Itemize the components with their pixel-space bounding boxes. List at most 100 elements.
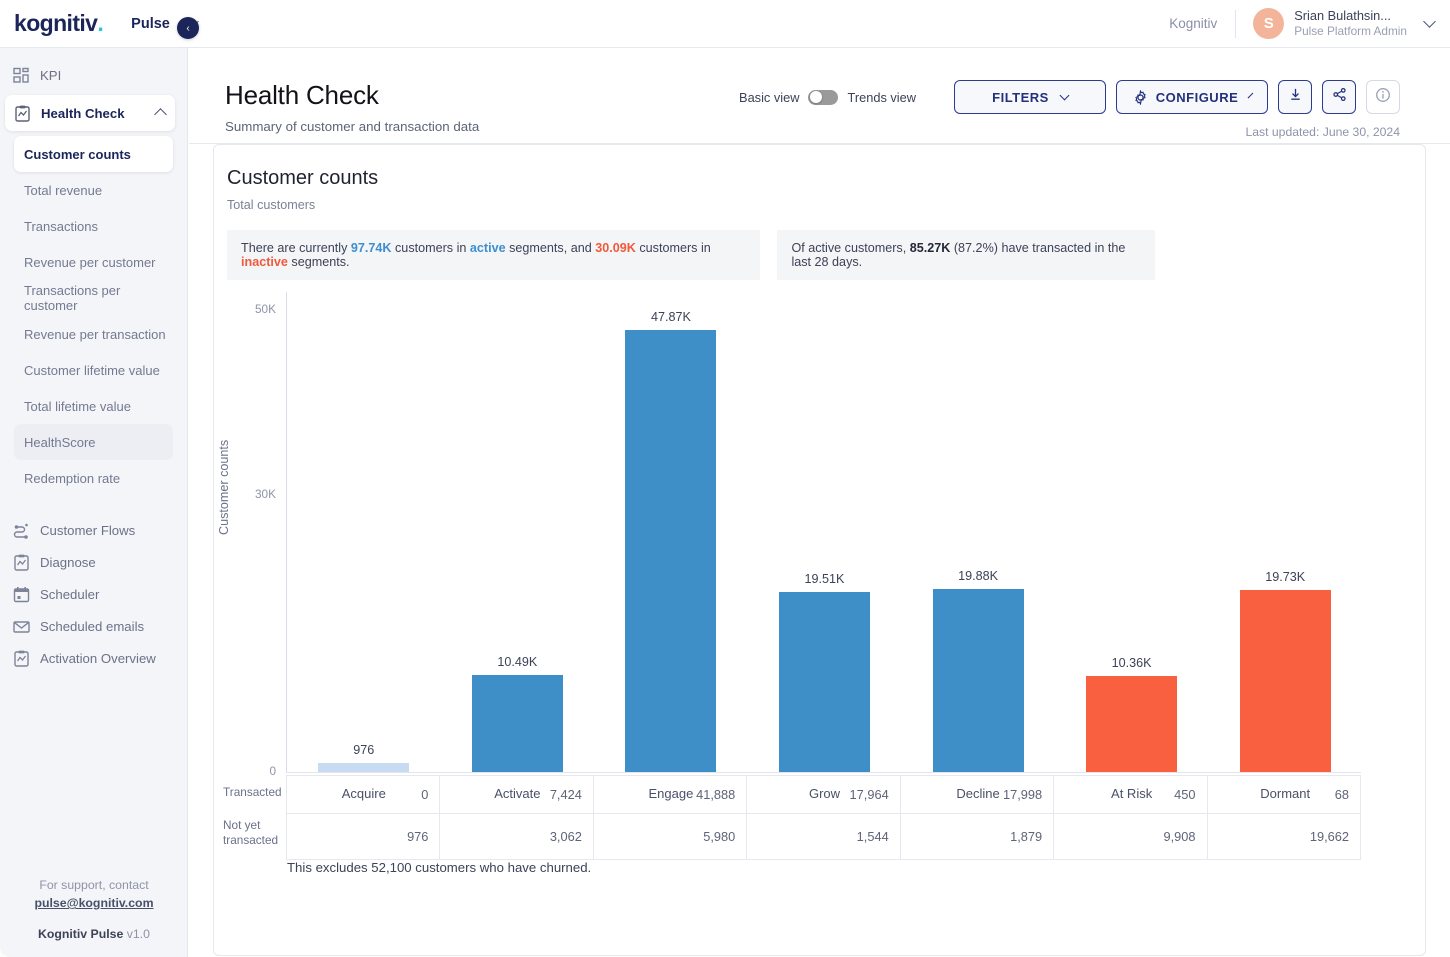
chevron-down-icon: [1247, 92, 1254, 99]
inactive-count: 30.09K: [595, 241, 636, 255]
sidebar-item-label: Customer Flows: [40, 522, 136, 538]
sidebar-item-total-revenue[interactable]: Total revenue: [14, 172, 173, 208]
active-word: active: [469, 241, 506, 255]
chevron-down-icon[interactable]: [1423, 15, 1436, 28]
bar[interactable]: [778, 591, 870, 772]
sidebar-item-customer-lifetime-value[interactable]: Customer lifetime value: [14, 352, 173, 388]
sidebar-item-health-check[interactable]: Health Check: [5, 95, 175, 131]
last-updated: Last updated: June 30, 2024: [1245, 125, 1400, 139]
bar-group: 976 Acquire 10.49K Activate 47.87K Engage 19.5…: [287, 292, 1362, 801]
divider: [1235, 9, 1237, 38]
bar-slot: 10.49K Activate: [441, 292, 595, 801]
sidebar-subitem-label: Customer lifetime value: [24, 362, 160, 378]
gear-icon: [1133, 89, 1148, 105]
clipboard-chart-icon: [12, 553, 31, 572]
sidebar-subitem-label: Redemption rate: [24, 470, 121, 486]
app-name: Kognitiv Pulse: [37, 926, 124, 941]
filters-button[interactable]: FILTERS: [954, 80, 1106, 114]
avatar[interactable]: S: [1253, 8, 1285, 39]
note-text-1: There are currently: [241, 241, 351, 255]
sidebar-item-diagnose[interactable]: Diagnose: [0, 546, 187, 578]
table-row-label: Transacted: [223, 785, 282, 799]
transacted-count: 85.27K: [909, 241, 951, 255]
bar[interactable]: [932, 588, 1024, 772]
sidebar-item-activation-overview[interactable]: Activation Overview: [0, 642, 187, 674]
note2-text-1: Of active customers,: [791, 241, 910, 255]
user-block[interactable]: Srian Bulathsin... Pulse Platform Admin: [1294, 8, 1407, 39]
sidebar-item-healthscore[interactable]: HealthScore: [14, 424, 173, 460]
download-button[interactable]: [1278, 80, 1312, 114]
active-count: 97.74K: [350, 241, 392, 255]
active-inactive-note: There are currently 97.74K customers in …: [227, 230, 760, 280]
page-header: Health Check Summary of customer and tra…: [189, 48, 1450, 143]
view-mode-toggle[interactable]: [808, 89, 839, 105]
sidebar-item-customer-counts[interactable]: Customer counts: [14, 136, 173, 172]
table-cell: 1,879: [899, 813, 1055, 860]
bar-value-label: 10.49K: [497, 655, 538, 670]
table-cell: 7,424: [439, 775, 594, 814]
share-button[interactable]: [1322, 80, 1356, 114]
clipboard-chart-icon: [13, 104, 32, 123]
top-bar: kognitiv. Pulse Kognitiv S Srian Bulaths…: [0, 0, 1450, 48]
info-icon: [1375, 87, 1391, 108]
bar-slot: 10.36K At Risk: [1055, 292, 1209, 801]
table-row: 976 3,062 5,980 1,544 1,879 9,908 19,662: [285, 813, 1362, 860]
kognitiv-logo[interactable]: kognitiv.: [14, 10, 104, 37]
y-axis-tick: 30K: [255, 487, 276, 502]
org-name: Kognitiv: [1169, 16, 1218, 31]
bar-slot: 976 Acquire: [287, 292, 441, 801]
download-icon: [1288, 87, 1303, 107]
table-cell: 976: [285, 813, 441, 860]
bar-slot: 19.88K Decline: [901, 292, 1055, 801]
sidebar-subitem-label: Customer counts: [24, 146, 131, 162]
y-axis-tick: 50K: [255, 302, 276, 317]
clipboard-chart-icon: [12, 649, 31, 668]
configure-button[interactable]: CONFIGURE: [1116, 80, 1268, 114]
sidebar-item-scheduled-emails[interactable]: Scheduled emails: [0, 610, 187, 642]
product-name[interactable]: Pulse: [131, 16, 170, 32]
sidebar-item-redemption-rate[interactable]: Redemption rate: [14, 460, 173, 496]
sidebar-item-label: Activation Overview: [40, 650, 156, 666]
exclusion-note: This excludes 52,100 customers who have …: [287, 860, 592, 875]
sidebar-item-scheduler[interactable]: Scheduler: [0, 578, 187, 610]
sidebar-item-kpi[interactable]: KPI: [0, 58, 187, 92]
table-cell: 3,062: [439, 813, 594, 860]
bar[interactable]: [1086, 676, 1178, 772]
note-text-3: segments, and: [505, 241, 596, 255]
sidebar-primary-nav: KPI Health Check Customer counts Total r…: [0, 48, 187, 674]
support-email-link[interactable]: pulse@kognitiv.com: [0, 894, 188, 912]
bar[interactable]: [625, 330, 717, 772]
info-button[interactable]: [1366, 80, 1400, 114]
logo-dot: .: [97, 10, 104, 36]
bar-value-label: 976: [353, 743, 375, 757]
card-title: Customer counts: [227, 167, 379, 189]
bar-value-label: 19.73K: [1265, 569, 1306, 584]
note-text-2: customers in: [391, 241, 470, 255]
sidebar-item-label: KPI: [40, 67, 62, 83]
sidebar-collapse-button[interactable]: ‹: [177, 17, 199, 39]
sidebar-item-transactions[interactable]: Transactions: [14, 208, 173, 244]
main-content: Health Check Summary of customer and tra…: [189, 48, 1450, 957]
toggle-knob: [809, 91, 822, 103]
sidebar-item-label: Health Check: [41, 105, 125, 121]
sidebar-item-revenue-per-transaction[interactable]: Revenue per transaction: [14, 316, 173, 352]
chevron-up-icon[interactable]: [154, 108, 167, 121]
table-cell: 9,908: [1053, 813, 1208, 860]
header-toolbar: Basic view Trends view FILTERS CONFIGURE: [739, 80, 1400, 114]
sidebar-subitem-label: Transactions: [24, 218, 98, 234]
table-cell: 17,964: [746, 775, 901, 814]
sidebar-item-total-lifetime-value[interactable]: Total lifetime value: [14, 388, 173, 424]
sidebar-item-transactions-per-customer[interactable]: Transactions per customer: [14, 280, 173, 316]
table-cell: 17,998: [899, 775, 1055, 814]
counts-table: 0 7,424 41,888 17,964 17,998 450 68 976 3,062 5,9…: [285, 775, 1362, 860]
bar-slot: 47.87K Engage: [594, 292, 748, 801]
sidebar-item-customer-flows[interactable]: Customer Flows: [0, 514, 187, 546]
bar[interactable]: [318, 763, 410, 772]
bar[interactable]: [471, 675, 563, 772]
card-subtitle: Total customers: [227, 198, 316, 212]
inactive-word: inactive: [241, 255, 288, 269]
sidebar-subitem-label: Total lifetime value: [24, 398, 131, 414]
bar[interactable]: [1239, 589, 1331, 772]
sidebar-item-revenue-per-customer[interactable]: Revenue per customer: [14, 244, 173, 280]
sidebar-subitem-label: Total revenue: [24, 182, 103, 198]
